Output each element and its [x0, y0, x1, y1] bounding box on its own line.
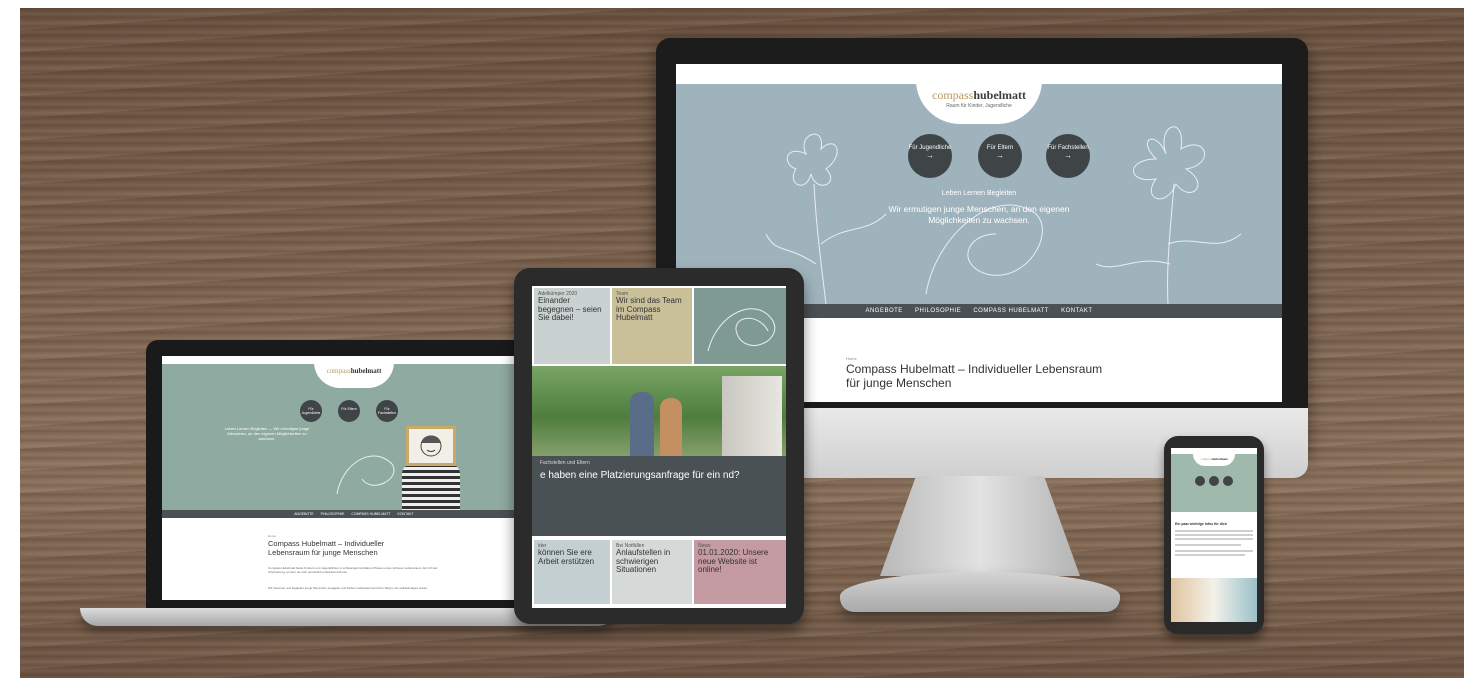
breadcrumb[interactable]: Home	[268, 534, 276, 538]
logo-subtitle: Raum für Kinder, Jugendliche	[946, 103, 1012, 109]
audience-button-eltern[interactable]	[1209, 476, 1219, 486]
tile-title: 01.01.2020: Unsere neue Website ist onli…	[698, 548, 769, 574]
text-line	[1175, 534, 1253, 536]
phone-screen: compasshubelmatt Ein paar wichtige Infos…	[1171, 448, 1257, 622]
logo-part-b: hubelmatt	[973, 88, 1026, 102]
teaser-tile-news[interactable]: News 01.01.2020: Unsere neue Website ist…	[694, 540, 786, 604]
line-art-swirl	[707, 308, 776, 352]
audience-button-jugendliche[interactable]: Für Jugendliche →	[908, 134, 952, 178]
nav-item-philosophie[interactable]: PHILOSOPHIE	[915, 308, 961, 314]
audience-label: Für Fachstellen	[378, 407, 396, 415]
text-line	[1175, 550, 1253, 552]
photo-drawn-portrait-frame	[406, 426, 456, 466]
arrow-right-icon: →	[926, 151, 934, 160]
teaser-tile-team[interactable]: Team Wir sind das Team im Compass Hubelm…	[612, 288, 692, 364]
tile-title: Wir sind das Team im Compass Hubelmatt	[616, 296, 682, 322]
logo-part-a: compass	[1200, 457, 1213, 461]
audience-button-fachstellen[interactable]: Für Fachstellen	[376, 400, 398, 422]
text-line	[1175, 544, 1241, 546]
photo-child-in-room	[1171, 578, 1257, 622]
audience-button-eltern[interactable]: Für Eltern →	[978, 134, 1022, 178]
hero-claim: Wir ermutigen junge Menschen, an den eig…	[888, 204, 1070, 225]
tablet-screen: Adelkümper 2020 Einander begegnen – seie…	[532, 286, 786, 608]
audience-button-eltern[interactable]: Für Eltern	[338, 400, 360, 422]
laptop-page-title: Compass Hubelmatt – Individueller Lebens…	[268, 539, 385, 557]
nav-item-kontakt[interactable]: KONTAKT	[1061, 308, 1092, 314]
audience-button-jugendliche[interactable]	[1195, 476, 1205, 486]
text-line	[1175, 530, 1253, 532]
arrow-right-icon: →	[996, 151, 1004, 160]
line-art-figure	[336, 455, 395, 495]
nav-item-philosophie[interactable]: PHILOSOPHIE	[321, 512, 345, 516]
monitor-stand-foot	[840, 572, 1120, 612]
tile-title: können Sie ere Arbeit erstützen	[538, 548, 595, 566]
breadcrumb[interactable]: Home	[846, 356, 857, 361]
text-line	[1175, 538, 1253, 540]
phone-site-logo[interactable]: compasshubelmatt	[1193, 454, 1235, 466]
logo-part-a: compass	[326, 367, 351, 375]
drawn-face-illustration	[420, 435, 442, 457]
site-logo[interactable]: compasshubelmatt Raum für Kinder, Jugend…	[916, 80, 1042, 124]
logo-part-b: hubelmatt	[1212, 457, 1228, 461]
photo-child-2	[660, 398, 682, 462]
audience-button-jugendliche[interactable]: Für Jugendliche	[300, 400, 322, 422]
teaser-tile-support[interactable]: ider können Sie ere Arbeit erstützen	[534, 540, 610, 604]
banner-kicker: Fachstellen und Eltern	[540, 460, 590, 466]
laptop-site-logo[interactable]: compasshubelmatt	[314, 362, 394, 388]
audience-button-fachstellen[interactable]: Für Fachstellen →	[1046, 134, 1090, 178]
nav-item-compass-hubelmatt[interactable]: COMPASS HUBELMATT	[973, 308, 1049, 314]
nav-item-angebote[interactable]: ANGEBOTE	[865, 308, 902, 314]
nav-item-kontakt[interactable]: KONTAKT	[398, 512, 414, 516]
lily-flower-illustration	[1096, 126, 1242, 304]
intro-paragraph-2: Wir betreuen und begleiten junge Mensche…	[268, 586, 428, 590]
text-line	[1175, 554, 1245, 556]
tile-title: Anlaufstellen in schwierigen Situationen	[616, 548, 671, 574]
banner-title: e haben eine Platzierungsanfrage für ein…	[540, 470, 740, 481]
intro-paragraph: Compass Hubelmatt bietet Kindern und Jug…	[268, 566, 438, 574]
laptop-main-nav: ANGEBOTE PHILOSOPHIE COMPASS HUBELMATT K…	[162, 510, 546, 518]
teaser-tile-illustration	[694, 288, 786, 364]
photo-child-striped-shirt	[402, 464, 460, 510]
nav-item-angebote[interactable]: ANGEBOTE	[294, 512, 313, 516]
laptop-hero-claim: Leben Lernen Begleiten — Wir ermutigen j…	[224, 426, 310, 441]
arrow-right-icon: →	[1064, 151, 1072, 160]
laptop-screen: compasshubelmatt Für Jugendliche Für Elt…	[162, 356, 546, 600]
nav-item-compass-hubelmatt[interactable]: COMPASS HUBELMATT	[351, 512, 390, 516]
phone-hero: compasshubelmatt	[1171, 454, 1257, 512]
hero-tagline: Leben Lernen Begleiten	[941, 190, 1017, 197]
page-title: Compass Hubelmatt – Individueller Lebens…	[846, 362, 1103, 390]
audience-label: Für Eltern	[341, 407, 357, 411]
audience-button-fachstellen[interactable]	[1223, 476, 1233, 486]
logo-part-a: compass	[932, 88, 974, 102]
teaser-tile-event[interactable]: Adelkümper 2020 Einander begegnen – seie…	[534, 288, 610, 364]
audience-label: Für Jugendliche	[301, 407, 321, 415]
laptop-hero: compasshubelmatt Für Jugendliche Für Elt…	[162, 362, 546, 510]
placement-request-banner[interactable]: Fachstellen und Eltern e haben eine Plat…	[532, 456, 786, 536]
teaser-tile-emergency[interactable]: Bei Notfällen Anlaufstellen in schwierig…	[612, 540, 692, 604]
logo-part-b: hubelmatt	[350, 367, 382, 375]
phone-section-heading: Ein paar wichtige Infos für dich	[1175, 522, 1227, 526]
photo-child-1	[630, 392, 654, 462]
tile-title: Einander begegnen – seien Sie dabei!	[538, 296, 602, 322]
